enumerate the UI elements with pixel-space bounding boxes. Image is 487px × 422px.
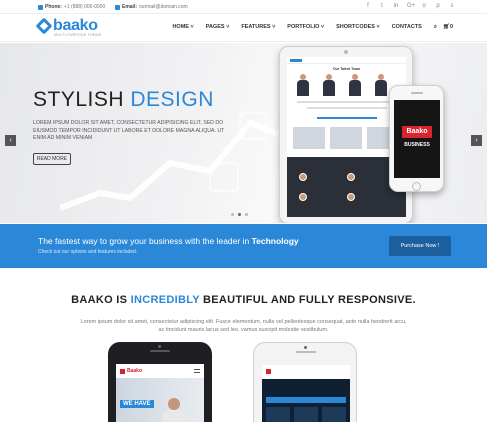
email-contact: Email: ourmail@domain.com	[115, 4, 188, 10]
section-title: BAAKO IS INCREDIBLY BEAUTIFUL AND FULLY …	[71, 294, 416, 306]
screen-hero-title: WE HAVE	[120, 400, 154, 408]
thumbnail	[330, 127, 362, 149]
logo-mark-icon	[266, 369, 271, 374]
search-icon[interactable]: ⌕	[434, 24, 437, 31]
tablet-screen-nav	[287, 57, 406, 64]
email-label: Email:	[122, 4, 138, 10]
read-more-button[interactable]: READ MORE	[33, 153, 71, 165]
text-line	[307, 107, 387, 109]
linkedin-icon[interactable]: in	[393, 3, 399, 10]
team-member	[297, 74, 309, 96]
site-logo[interactable]: baako	[35, 17, 98, 35]
top-bar: Phone: +1 (888) 000-0000 Email: ourmail@…	[0, 0, 487, 14]
team-member	[349, 74, 361, 96]
team-member	[375, 74, 387, 96]
facebook-icon[interactable]: f	[365, 3, 371, 10]
hero-title: STYLISH DESIGN	[33, 88, 214, 111]
logo-text: baako	[53, 17, 98, 34]
screen-panel	[322, 407, 346, 422]
brand-subtitle: BUSINESS	[404, 142, 430, 148]
avatar	[299, 193, 307, 201]
cta-headline: The fastest way to grow your business wi…	[38, 236, 299, 246]
nav-item-pages[interactable]: PAGES ˅	[206, 24, 230, 31]
text-line	[317, 117, 377, 119]
cart-count: 0	[449, 24, 453, 30]
avatar	[347, 173, 355, 181]
nav-item-home[interactable]: HOME ˅	[172, 24, 193, 31]
nav-item-features[interactable]: FEATURES ˅	[241, 24, 275, 31]
slider-dot-active[interactable]	[238, 213, 241, 216]
avatar	[347, 193, 355, 201]
phone-mockup-dark: Baako WE HAVE	[108, 342, 212, 422]
nav-item-portfolio[interactable]: PORTFOLIO ˅	[287, 24, 324, 31]
screen-nav	[262, 365, 350, 379]
site-header: baako MULTI-PURPOSE THEME HOME ˅ PAGES ˅…	[0, 14, 487, 42]
slider-prev-arrow-icon[interactable]: ‹	[5, 135, 16, 146]
phone-label: Phone:	[45, 4, 62, 10]
phone-screen: Baako BUSINESS	[394, 100, 440, 178]
email-icon	[115, 4, 120, 10]
team-members	[297, 74, 387, 96]
team-member	[323, 74, 335, 96]
cta-subtext: Check out our options and features inclu…	[38, 249, 138, 255]
github-icon[interactable]: o	[421, 3, 427, 10]
slider-pagination	[231, 213, 248, 216]
phone-camera	[304, 346, 307, 349]
hero-slider: STYLISH DESIGN LOREM IPSUM DOLOR SIT AME…	[0, 43, 487, 223]
screen-logo	[266, 369, 271, 374]
phone-mockup-light	[253, 342, 357, 422]
screen-dashboard	[262, 379, 350, 422]
logo-mark-icon	[35, 17, 53, 35]
screen-panel	[294, 407, 318, 422]
skype-icon[interactable]: s	[449, 3, 455, 10]
pinterest-icon[interactable]: p	[435, 3, 441, 10]
logo-mark-icon	[120, 368, 125, 374]
tablet-screen-title: Our Talent Team	[332, 67, 361, 71]
social-links: f t in G+ o p s	[365, 3, 455, 10]
phone-screen	[262, 365, 350, 422]
nav-item-contacts[interactable]: CONTACTS	[392, 24, 422, 31]
purchase-now-button[interactable]: Purchase Now !	[389, 236, 451, 256]
brand-badge: Baako	[402, 126, 432, 138]
slider-next-arrow-icon[interactable]: ›	[471, 135, 482, 146]
avatar	[299, 173, 307, 181]
screen-hero: WE HAVE	[116, 378, 204, 422]
phone-contact: Phone: +1 (888) 000-0000	[38, 4, 105, 10]
tablet-camera	[344, 50, 348, 54]
twitter-icon[interactable]: t	[379, 3, 385, 10]
cart-icon[interactable]: 🛒︎0	[443, 24, 453, 31]
slider-dot[interactable]	[231, 213, 234, 216]
screen-panel	[266, 407, 290, 422]
call-to-action-strip: The fastest way to grow your business wi…	[0, 224, 487, 268]
nav-item-shortcodes[interactable]: SHORTCODES ˅	[336, 24, 380, 31]
phone-camera	[158, 345, 161, 348]
phone-speaker	[411, 92, 423, 94]
slider-dot[interactable]	[245, 213, 248, 216]
screen-logo: Baako	[120, 368, 142, 374]
person-photo	[162, 398, 186, 422]
hero-text: LOREM IPSUM DOLOR SIT AMET, CONSECTETUR …	[33, 120, 225, 141]
google-plus-icon[interactable]: G+	[407, 3, 415, 10]
main-nav: HOME ˅ PAGES ˅ FEATURES ˅ PORTFOLIO ˅ SH…	[172, 24, 453, 31]
phone-mockup-white: Baako BUSINESS	[389, 85, 444, 192]
logo-tagline: MULTI-PURPOSE THEME	[54, 33, 102, 37]
thumbnail	[293, 127, 325, 149]
phone-speaker	[150, 350, 170, 352]
phone-icon	[38, 4, 43, 10]
text-line	[297, 101, 396, 103]
section-text: Lorem ipsum dolor sit amet, consectetur …	[80, 319, 407, 333]
phone-speaker	[296, 351, 316, 353]
phone-number[interactable]: +1 (888) 000-0000	[64, 4, 105, 10]
email-address[interactable]: ourmail@domain.com	[139, 4, 188, 10]
phone-home-button	[412, 182, 421, 191]
phone-screen: Baako WE HAVE	[116, 364, 204, 422]
nav-icons: ⌕ 🛒︎0	[434, 24, 453, 31]
screen-banner	[266, 397, 346, 403]
hamburger-menu-icon	[194, 369, 200, 373]
